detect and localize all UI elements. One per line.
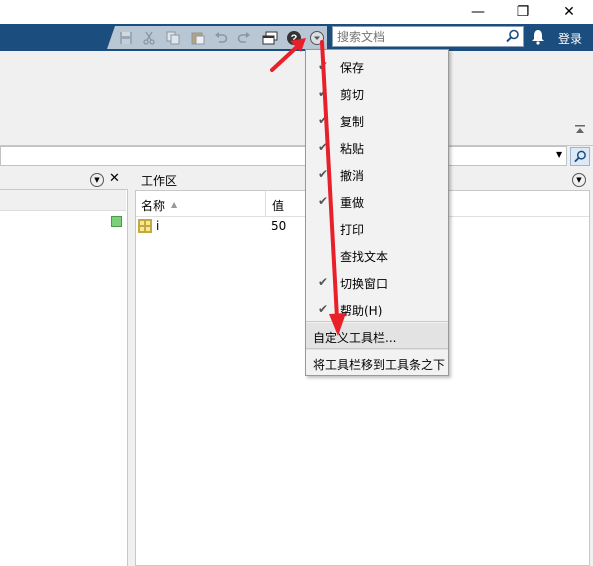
menu-item-label: 复制 xyxy=(340,115,365,129)
workspace-title: 工作区 xyxy=(141,174,178,188)
variable-name[interactable]: i xyxy=(156,219,159,233)
bell-icon[interactable] xyxy=(530,29,546,47)
status-square-icon xyxy=(111,216,122,227)
menu-item-label: 帮助(H) xyxy=(340,304,383,318)
column-header-name[interactable]: 名称 xyxy=(141,197,165,214)
search-input[interactable] xyxy=(333,27,507,46)
cut-icon[interactable] xyxy=(141,30,157,46)
ribbon-area xyxy=(0,51,593,146)
column-divider[interactable] xyxy=(265,191,266,216)
check-icon: ✔ xyxy=(318,140,329,154)
menu-item-paste[interactable]: ✔ 粘贴 xyxy=(306,134,448,161)
menu-separator xyxy=(306,348,448,349)
current-folder-field[interactable] xyxy=(0,146,567,166)
menu-item-label: 将工具栏移到工具条之下 xyxy=(313,358,446,372)
menu-item-switch-window[interactable]: ✔ 切换窗口 xyxy=(306,269,448,296)
customize-dropdown-icon[interactable] xyxy=(309,30,325,46)
menu-item-label: 查找文本 xyxy=(340,250,389,264)
toolbar-customize-menu: ✔ 保存 ✔ 剪切 ✔ 复制 ✔ 粘贴 ✔ 撤消 ✔ 重做 打印 查找文本 ✔ 切换窗口 ✔ 帮… xyxy=(305,49,449,376)
menu-item-undo[interactable]: ✔ 撤消 xyxy=(306,161,448,188)
menu-item-label: 切换窗口 xyxy=(340,277,389,291)
check-icon: ✔ xyxy=(318,194,329,208)
menu-item-label: 保存 xyxy=(340,61,365,75)
left-panel-menu-icon[interactable]: ▼ xyxy=(90,173,104,187)
variable-icon xyxy=(138,219,152,233)
restore-button[interactable]: ❐ xyxy=(500,0,546,24)
check-icon: ✔ xyxy=(318,167,329,181)
check-icon: ✔ xyxy=(318,59,329,73)
menu-item-find-text[interactable]: 查找文本 xyxy=(306,242,448,269)
sort-ascending-icon: ▲ xyxy=(171,200,178,209)
redo-icon[interactable] xyxy=(236,30,252,46)
menu-item-help[interactable]: ✔ 帮助(H) xyxy=(306,296,448,323)
check-icon: ✔ xyxy=(318,86,329,100)
svg-text:?: ? xyxy=(291,33,298,45)
minimize-button[interactable]: — xyxy=(455,0,501,24)
menu-item-save[interactable]: ✔ 保存 xyxy=(306,53,448,80)
search-box[interactable] xyxy=(332,26,524,47)
menu-item-label: 剪切 xyxy=(340,88,365,102)
variable-value[interactable]: 50 xyxy=(271,219,286,233)
menu-item-label: 重做 xyxy=(340,196,365,210)
chevron-down-icon[interactable]: ▼ xyxy=(556,150,562,159)
collapse-ribbon-icon[interactable] xyxy=(573,124,587,138)
paste-icon[interactable] xyxy=(190,30,206,46)
check-icon: ✔ xyxy=(318,302,329,316)
menu-item-cut[interactable]: ✔ 剪切 xyxy=(306,80,448,107)
undo-icon[interactable] xyxy=(213,30,229,46)
menu-item-move-toolbar-below[interactable]: 将工具栏移到工具条之下 xyxy=(306,350,448,377)
column-header-value[interactable]: 值 xyxy=(272,197,284,214)
left-panel-close-icon[interactable]: ✕ xyxy=(109,171,120,186)
workspace-menu-icon[interactable]: ▼ xyxy=(572,173,586,187)
check-icon: ✔ xyxy=(318,113,329,127)
menu-item-redo[interactable]: ✔ 重做 xyxy=(306,188,448,215)
check-icon: ✔ xyxy=(318,275,329,289)
help-icon[interactable]: ? xyxy=(286,30,302,46)
login-link[interactable]: 登录 xyxy=(558,30,582,47)
menu-item-print[interactable]: 打印 xyxy=(306,215,448,242)
copy-icon[interactable] xyxy=(165,30,181,46)
left-panel-column-header xyxy=(0,190,126,211)
menu-separator xyxy=(306,321,448,322)
search-icon[interactable] xyxy=(505,29,520,44)
switch-window-icon[interactable] xyxy=(262,30,278,46)
menu-item-customize-toolbar[interactable]: 自定义工具栏... xyxy=(306,323,448,350)
menu-item-label: 粘贴 xyxy=(340,142,365,156)
close-button[interactable]: ✕ xyxy=(546,0,592,24)
browse-search-button[interactable] xyxy=(570,147,590,166)
menu-item-copy[interactable]: ✔ 复制 xyxy=(306,107,448,134)
save-icon[interactable] xyxy=(118,30,134,46)
menu-item-label: 打印 xyxy=(340,223,365,237)
current-folder-panel xyxy=(0,190,128,566)
menu-item-label: 撤消 xyxy=(340,169,365,183)
menu-item-label: 自定义工具栏... xyxy=(313,331,397,345)
